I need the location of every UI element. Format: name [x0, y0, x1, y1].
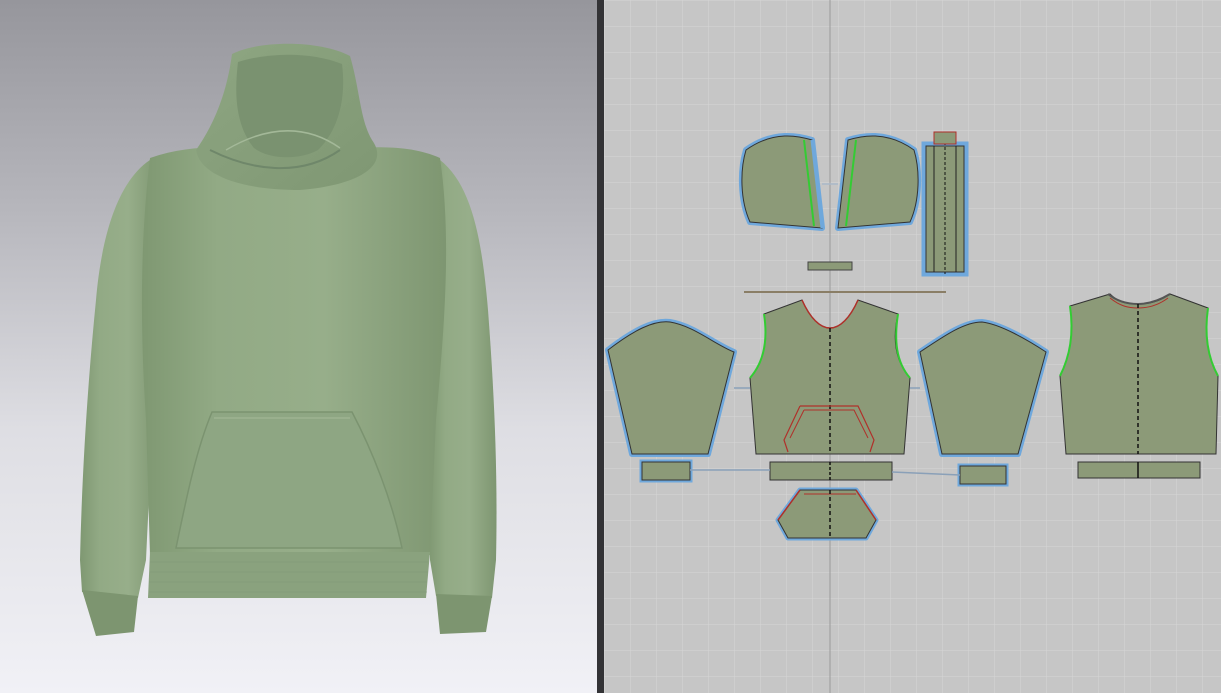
pattern-piece-cuff-right[interactable] — [957, 463, 1009, 487]
hoodie-3d-render[interactable] — [0, 0, 597, 693]
pattern-piece-kangaroo-pocket[interactable] — [775, 487, 879, 541]
pattern-piece-hood-right[interactable] — [835, 132, 922, 231]
2d-pattern-viewport[interactable] — [604, 0, 1221, 693]
pattern-piece-cuff-left[interactable] — [639, 459, 693, 483]
pattern-piece-hood-tab[interactable] — [807, 261, 853, 271]
pattern-piece-sleeve-left[interactable] — [605, 318, 737, 457]
pattern-canvas[interactable] — [604, 0, 1221, 693]
3d-viewport[interactable] — [0, 0, 597, 693]
pattern-piece-hood-left[interactable] — [738, 132, 825, 231]
pattern-piece-front-hem-rib[interactable] — [769, 461, 893, 481]
right-cuff — [436, 594, 492, 634]
pattern-piece-back-hem-rib[interactable] — [1077, 461, 1201, 479]
pattern-piece-back-body[interactable] — [1059, 293, 1219, 455]
viewport-divider[interactable] — [597, 0, 604, 693]
hem-rib — [148, 552, 430, 598]
left-cuff — [82, 590, 138, 636]
pattern-piece-placket[interactable] — [921, 131, 969, 277]
